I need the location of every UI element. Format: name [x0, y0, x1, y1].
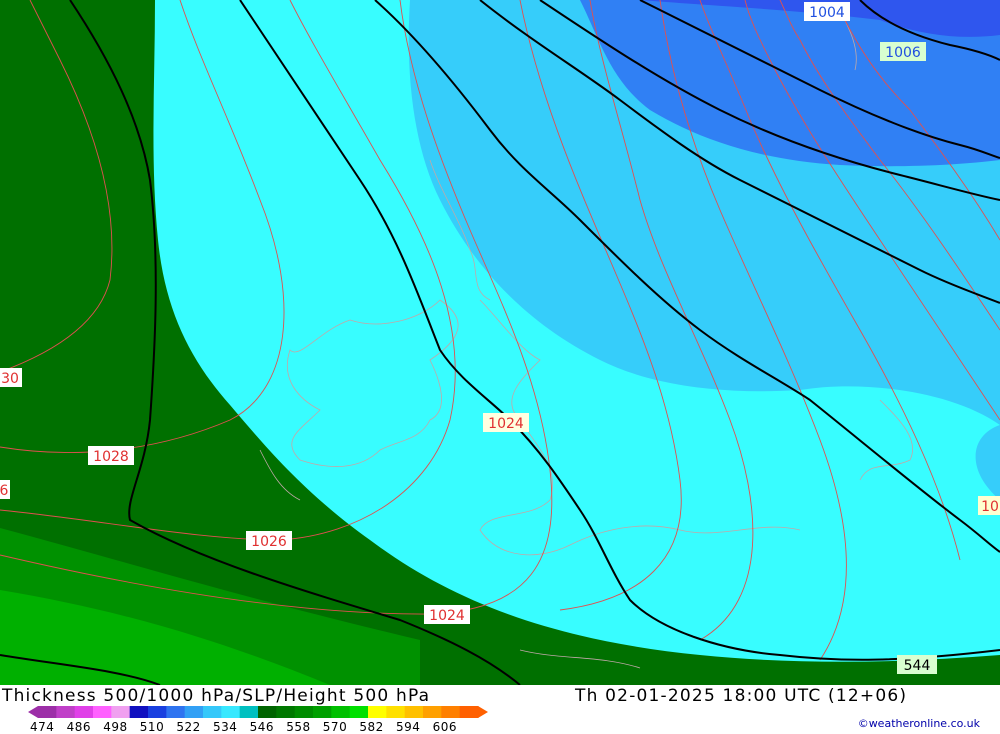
legend-labels: 474 486 498 510 522 534 546 558 570 582 594 606: [30, 720, 510, 734]
legend-swatch: [203, 706, 222, 718]
color-legend: [28, 706, 488, 718]
legend-swatch: [148, 706, 167, 718]
isobar-label-10-east: 10: [981, 499, 999, 515]
legend-arrow-left: [28, 706, 38, 718]
legend-swatch: [313, 706, 332, 718]
legend-value-label: 582: [359, 720, 384, 734]
height-label-544: 544: [904, 658, 931, 674]
legend-swatch: [74, 706, 94, 718]
legend-swatch: [386, 706, 406, 718]
isobar-label-30: 30: [1, 371, 19, 387]
isobar-label-1028: 1028: [93, 449, 129, 465]
map-title: Thickness 500/1000 hPa/SLP/Height 500 hP…: [2, 686, 431, 706]
legend-value-label: 546: [249, 720, 274, 734]
weather-map: 1004 1006 30 1028 6 1024 1026 1024 10 54…: [0, 0, 1000, 685]
legend-swatch: [294, 706, 314, 718]
legend-swatch: [258, 706, 277, 718]
legend-value-label: 486: [66, 720, 91, 734]
legend-swatch: [239, 706, 259, 718]
legend-swatch: [184, 706, 204, 718]
isobar-label-6: 6: [0, 483, 9, 499]
legend-value-label: 558: [286, 720, 311, 734]
legend-swatch: [276, 706, 296, 718]
legend-swatch: [459, 706, 479, 718]
legend-value-label: 570: [322, 720, 348, 734]
isobar-label-1024-center: 1024: [488, 416, 524, 432]
legend-value-label: 594: [396, 720, 421, 734]
isobar-label-1024-south: 1024: [429, 608, 465, 624]
legend-swatch: [331, 706, 351, 718]
isobar-label-1006: 1006: [885, 45, 921, 61]
isobar-label-1026: 1026: [251, 534, 287, 550]
legend-swatch: [349, 706, 369, 718]
legend-value-label: 606: [432, 720, 457, 734]
legend-value-label: 522: [176, 720, 201, 734]
legend-value-label: 510: [139, 720, 165, 734]
valid-time: Th 02-01-2025 18:00 UTC (12+06): [575, 686, 908, 706]
legend-arrow-right: [478, 706, 488, 718]
legend-swatch: [38, 706, 57, 718]
legend-value-label: 498: [103, 720, 128, 734]
legend-swatch: [93, 706, 112, 718]
credit-text: ©weatheronline.co.uk: [857, 717, 980, 730]
legend-value-label: 534: [213, 720, 238, 734]
legend-swatch: [221, 706, 241, 718]
legend-swatch: [129, 706, 149, 718]
legend-swatch: [111, 706, 131, 718]
isobar-label-1004: 1004: [809, 5, 845, 21]
legend-swatch: [56, 706, 76, 718]
legend-swatch: [404, 706, 424, 718]
legend-swatch: [368, 706, 387, 718]
legend-swatch: [423, 706, 442, 718]
legend-value-label: 474: [30, 720, 55, 734]
legend-swatch: [166, 706, 186, 718]
legend-swatch: [441, 706, 461, 718]
